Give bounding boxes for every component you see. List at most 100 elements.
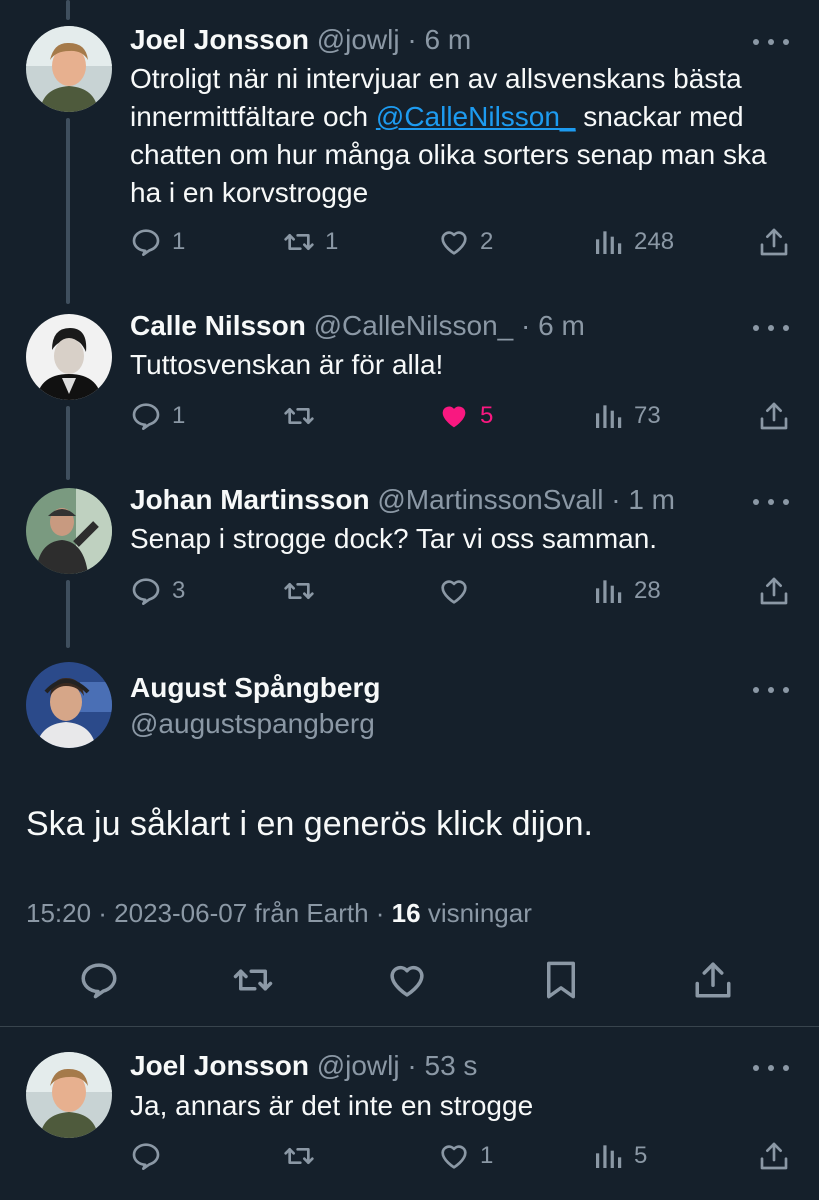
views-count: 73 bbox=[634, 402, 661, 429]
share-button[interactable] bbox=[758, 396, 790, 436]
author-handle[interactable]: @jowlj bbox=[317, 24, 400, 55]
tweet-actions: 1 1 2 248 bbox=[0, 222, 819, 262]
tweet-text: Ja, annars är det inte en strogge bbox=[130, 1090, 534, 1121]
separator-dot: · bbox=[399, 1050, 425, 1081]
tweet-header: Johan Martinsson @MartinssonSvall · 1 m bbox=[130, 482, 739, 518]
more-options-icon[interactable] bbox=[753, 318, 789, 338]
reply-icon bbox=[81, 963, 117, 999]
retweet-button[interactable]: 1 bbox=[283, 222, 338, 262]
tweet-meta: 15:20 · 2023-06-07 från Earth · 16 visni… bbox=[26, 898, 532, 929]
views-icon bbox=[596, 405, 622, 428]
bookmark-button[interactable] bbox=[540, 960, 582, 1000]
views-icon bbox=[596, 231, 622, 254]
author-name[interactable]: Joel Jonsson bbox=[130, 1050, 309, 1081]
tweet-time[interactable]: 6 m bbox=[538, 310, 585, 341]
mention-link[interactable]: @CalleNilsson_ bbox=[376, 101, 576, 132]
retweet-button[interactable] bbox=[232, 960, 274, 1000]
main-tweet-actions bbox=[0, 960, 819, 1008]
reply-count: 3 bbox=[172, 577, 186, 604]
divider bbox=[0, 1026, 819, 1027]
tweet-time[interactable]: 6 m bbox=[425, 24, 472, 55]
share-icon bbox=[695, 962, 731, 998]
views-button[interactable]: 248 bbox=[592, 222, 674, 262]
share-button[interactable] bbox=[758, 571, 790, 611]
main-tweet-name: August Spångberg bbox=[130, 670, 739, 706]
separator-dot: · bbox=[399, 24, 425, 55]
avatar[interactable] bbox=[26, 488, 112, 574]
retweet-button[interactable] bbox=[283, 571, 325, 611]
avatar[interactable] bbox=[26, 26, 112, 112]
tweet-actions: 1 5 73 bbox=[0, 396, 819, 436]
views-icon bbox=[596, 580, 622, 603]
views-button[interactable]: 5 bbox=[592, 1136, 647, 1176]
views-count: 248 bbox=[634, 228, 675, 255]
author-name[interactable]: Calle Nilsson bbox=[130, 310, 306, 341]
retweet-count: 1 bbox=[325, 228, 339, 255]
tweet-time[interactable]: 53 s bbox=[425, 1050, 478, 1081]
separator-dot: · bbox=[513, 310, 539, 341]
avatar[interactable] bbox=[26, 1052, 112, 1138]
author-handle[interactable]: @jowlj bbox=[317, 1050, 400, 1081]
retweet-icon bbox=[284, 1148, 314, 1164]
views-label: visningar bbox=[420, 898, 532, 928]
author-name[interactable]: August Spångberg bbox=[130, 672, 380, 703]
tweet-text: Senap i strogge dock? Tar vi oss samman. bbox=[130, 523, 658, 554]
retweet-icon bbox=[284, 234, 314, 250]
like-count: 5 bbox=[480, 402, 494, 429]
more-options-icon[interactable] bbox=[753, 1058, 789, 1078]
tweet-header: Joel Jonsson @jowlj · 53 s bbox=[130, 1048, 739, 1084]
share-icon bbox=[760, 577, 788, 605]
reply-button[interactable]: 1 bbox=[130, 396, 185, 436]
author-handle[interactable]: @augustspangberg bbox=[130, 708, 375, 739]
views-count: 5 bbox=[634, 1142, 648, 1169]
views-button[interactable]: 73 bbox=[592, 396, 661, 436]
retweet-button[interactable] bbox=[283, 396, 325, 436]
author-name[interactable]: Johan Martinsson bbox=[130, 484, 370, 515]
reply-button[interactable] bbox=[78, 960, 120, 1000]
tweet-header: Calle Nilsson @CalleNilsson_ · 6 m bbox=[130, 308, 739, 344]
separator-dot: · bbox=[603, 484, 629, 515]
reply-icon bbox=[132, 229, 160, 256]
reply-button[interactable] bbox=[130, 1136, 172, 1176]
heart-icon bbox=[390, 965, 424, 997]
author-handle[interactable]: @MartinssonSvall bbox=[377, 484, 603, 515]
share-icon bbox=[760, 402, 788, 430]
heart-icon bbox=[441, 580, 467, 604]
like-count: 1 bbox=[480, 1142, 494, 1169]
like-count: 2 bbox=[480, 228, 494, 255]
reply-button[interactable]: 3 bbox=[130, 571, 185, 611]
like-button[interactable] bbox=[438, 571, 480, 611]
reply-icon bbox=[132, 1143, 160, 1170]
like-button[interactable]: 2 bbox=[438, 222, 493, 262]
share-button[interactable] bbox=[758, 1136, 790, 1176]
like-button[interactable]: 1 bbox=[438, 1136, 493, 1176]
like-button[interactable]: 5 bbox=[438, 396, 493, 436]
tweet-actions: 1 5 bbox=[0, 1136, 819, 1176]
like-button[interactable] bbox=[386, 960, 428, 1000]
reply-icon bbox=[132, 403, 160, 430]
more-options-icon[interactable] bbox=[753, 680, 789, 700]
more-options-icon[interactable] bbox=[753, 492, 789, 512]
retweet-button[interactable] bbox=[283, 1136, 325, 1176]
main-tweet-handle: @augustspangberg bbox=[130, 706, 739, 742]
more-options-icon[interactable] bbox=[753, 32, 789, 52]
share-button[interactable] bbox=[758, 222, 790, 262]
avatar[interactable] bbox=[26, 314, 112, 400]
tweet-time[interactable]: 1 m bbox=[628, 484, 675, 515]
retweet-icon bbox=[284, 408, 314, 424]
views-icon bbox=[596, 1145, 622, 1168]
author-handle[interactable]: @CalleNilsson_ bbox=[314, 310, 514, 341]
reply-count: 1 bbox=[172, 228, 186, 255]
author-name[interactable]: Joel Jonsson bbox=[130, 24, 309, 55]
reply-button[interactable]: 1 bbox=[130, 222, 185, 262]
tweet-actions: 3 28 bbox=[0, 571, 819, 611]
main-tweet-text: Ska ju såklart i en generös klick dijon. bbox=[26, 805, 593, 843]
tweet-text: Tuttosvenskan är för alla! bbox=[130, 349, 444, 380]
share-button[interactable] bbox=[692, 960, 734, 1000]
heart-filled-icon bbox=[442, 406, 466, 428]
retweet-icon bbox=[233, 969, 273, 991]
retweet-icon bbox=[284, 583, 314, 599]
tweet-timestamp[interactable]: 15:20 · 2023-06-07 från Earth · bbox=[26, 898, 392, 928]
views-button[interactable]: 28 bbox=[592, 571, 661, 611]
avatar[interactable] bbox=[26, 662, 112, 748]
